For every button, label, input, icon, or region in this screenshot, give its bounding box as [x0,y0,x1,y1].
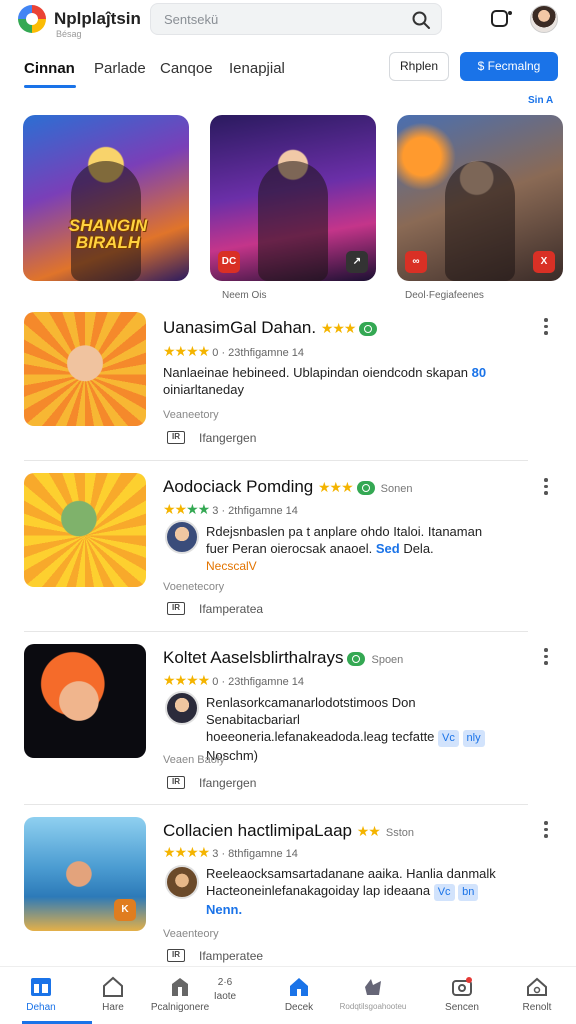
verified-icon [359,321,378,336]
nav-item-home[interactable]: Dehan [6,975,76,1013]
more-options-icon[interactable] [544,318,550,338]
featured-badge: X [533,251,555,273]
list-item-title[interactable]: Collacien hactlimipaLaap ★★ Sston [163,821,414,841]
star-rating-icon: ★★★★ [163,844,210,860]
tab-active-indicator [24,85,76,88]
app-name: Nplplaĵtsin [54,9,141,28]
search-placeholder: Sentsekü [164,12,219,27]
nav-item-iaote[interactable]: 2·6 Iaote [190,975,260,1002]
featured-character [258,161,328,281]
nav-item-decek[interactable]: Decek [264,975,334,1013]
tab-parlade[interactable]: Parlade [94,60,146,77]
see-all-link[interactable]: Sin A [528,95,553,106]
app-thumbnail[interactable]: K [24,817,146,931]
app-thumbnail[interactable] [24,644,146,758]
language-icon: IR [167,949,185,962]
tab-cinnan[interactable]: Cinnan [24,60,75,77]
rating-line: ★★★★ 0 · 23thfigamne 14 [163,343,304,359]
library-icon [365,979,381,995]
app-root: Nplplaĵtsin Bésag Sentsekü Cinnan Parlad… [0,0,576,1024]
list-item-title[interactable]: Koltet Aaselsblirthalrays Spoen [163,648,403,668]
cloud-home-icon [527,977,547,996]
search-input[interactable]: Sentsekü [150,3,442,35]
more-options-icon[interactable] [544,648,550,668]
primary-button[interactable]: $ Fecmalng [460,52,558,81]
star-rating-icon: ★★★★ [163,343,210,359]
tab-canqoe[interactable]: Canqoe [160,60,213,77]
star-rating-icon: ★★★★ [163,501,210,517]
list-item-sub: Veaneetory [163,409,219,421]
list-item-description: Renlasorkcamanarlodotstimoos Don Senabit… [206,694,506,764]
star-rating-icon: ★★★ [318,479,354,495]
rating-line: ★★★★ 0 · 23thfigamne 14 [163,672,304,688]
star-rating-icon: ★★★ [320,320,357,336]
developer-avatar[interactable] [165,520,199,554]
featured-badge: DC [218,251,240,273]
divider [24,460,528,461]
featured-caption: Neem Ois [222,290,267,301]
developer-avatar[interactable] [165,691,199,725]
featured-title: SHANGIN BIRALH [68,216,148,252]
list-item-title[interactable]: Aodociack Pomding ★★★ Sonen [163,477,412,497]
user-avatar[interactable] [530,5,558,33]
divider [24,631,528,632]
list-item-sub: Veaen Baoly [163,754,225,766]
star-rating-icon: ★★ [356,823,381,839]
featured-badge-left: ∞ [405,251,427,273]
top-bar: Nplplaĵtsin Bésag Sentsekü [0,0,576,40]
language-label: Ifangergen [199,431,257,445]
notification-icon[interactable] [490,8,514,30]
language-icon: IR [167,431,185,444]
language-label: Ifangergen [199,776,257,790]
list-item-sub: Voenetecory [163,581,225,593]
featured-caption: Deol·Fegiafeenes [405,290,484,301]
divider [24,804,528,805]
more-options-icon[interactable] [544,478,550,498]
app-logo[interactable] [18,5,46,33]
list-item-sub: Veaenteory [163,928,219,940]
grid-icon [31,978,51,996]
more-options-icon[interactable] [544,821,550,841]
app-thumbnail[interactable] [24,312,146,426]
house-icon [103,976,123,997]
nav-item-rodqtilsgoahooteu[interactable]: Rodqtilsgoahooteu [338,975,408,1011]
list-item-description: Nanlaeinae hebineed. Ublapindan oiendcod… [163,365,487,397]
featured-card-3[interactable]: ∞ X [397,115,563,281]
share-icon[interactable]: ↗ [346,251,368,273]
star-rating-icon: ★★★★ [163,672,210,688]
developer-avatar[interactable] [165,865,199,899]
apps-icon [172,978,188,996]
home-icon [290,978,308,996]
verified-icon [356,480,375,495]
featured-character [445,161,515,281]
nav-item-renolt[interactable]: Renolt [502,975,572,1013]
nav-item-sencen[interactable]: Sencen [427,975,497,1013]
featured-card-1[interactable]: SHANGIN BIRALH [23,115,189,281]
list-item-description: Rdejsnbaslen pa t anplare ohdo Italoi. I… [206,524,483,573]
nav-item-hare[interactable]: Hare [78,975,148,1013]
thumbnail-badge: K [114,899,136,921]
secondary-button[interactable]: Rhplen [389,52,449,81]
list-item-title[interactable]: UanasimGal Dahan. ★★★ [163,318,378,338]
camera-icon [452,977,472,996]
language-label: Ifamperatea [199,602,264,616]
app-thumbnail[interactable] [24,473,146,587]
featured-card-2[interactable]: DC ↗ [210,115,376,281]
language-label: Ifamperatee [199,949,264,963]
tab-ienapjial[interactable]: Ienapjial [229,60,285,77]
app-subtitle: Bésag [56,29,82,39]
verified-icon [347,651,366,666]
list-item-description: Reeleaocksamsartadanane aaika. Hanlia da… [206,866,496,917]
language-icon: IR [167,776,185,789]
search-icon[interactable] [411,10,431,30]
bottom-navigation: Dehan Hare Pcalnigonere 2·6 Iaote Decek … [0,966,576,1024]
language-icon: IR [167,602,185,615]
rating-line: ★★★★ 3 · 8thfigamne 14 [163,844,298,860]
rating-line: ★★★★ 3 · 2thfigamne 14 [163,501,298,517]
